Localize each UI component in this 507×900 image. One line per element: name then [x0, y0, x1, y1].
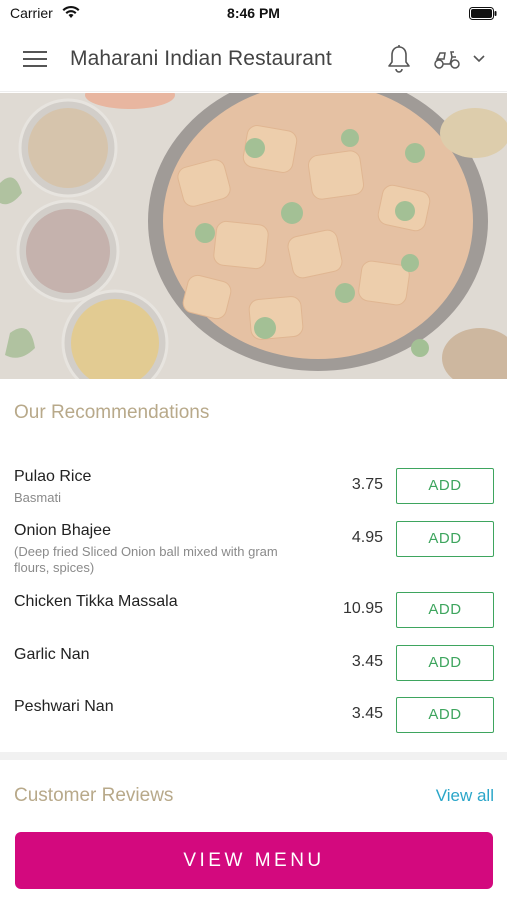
chevron-down-icon[interactable]	[472, 54, 486, 64]
item-price: 3.45	[351, 705, 383, 722]
item-description: (Deep fried Sliced Onion ball mixed with…	[14, 544, 278, 575]
item-name: Chicken Tikka Massala	[14, 593, 178, 610]
item-price: 3.75	[351, 476, 383, 493]
view-menu-button[interactable]: VIEW MENU	[15, 832, 493, 889]
item-name: Garlic Nan	[14, 646, 90, 663]
app-header: Maharani Indian Restaurant	[0, 28, 507, 92]
add-button[interactable]: ADD	[396, 697, 494, 733]
hero-image	[0, 93, 507, 379]
curry-dish-image	[0, 93, 507, 379]
item-price: 3.45	[351, 653, 383, 670]
add-button[interactable]: ADD	[396, 468, 494, 504]
item-name: Onion Bhajee	[14, 522, 111, 539]
reviews-title: Customer Reviews	[14, 785, 174, 806]
menu-icon[interactable]	[22, 48, 48, 70]
battery-icon	[469, 7, 497, 20]
status-bar: Carrier 8:46 PM	[0, 0, 507, 28]
item-name: Peshwari Nan	[14, 698, 114, 715]
delivery-scooter-icon[interactable]	[432, 48, 462, 70]
status-time: 8:46 PM	[227, 5, 280, 21]
recommendations-title: Our Recommendations	[14, 402, 210, 423]
add-button[interactable]: ADD	[396, 592, 494, 628]
item-price: 10.95	[342, 600, 383, 617]
bell-icon[interactable]	[386, 44, 412, 74]
item-name: Pulao Rice	[14, 468, 92, 485]
add-button[interactable]: ADD	[396, 645, 494, 681]
view-all-link[interactable]: View all	[436, 786, 494, 806]
item-description: Basmati	[14, 490, 61, 505]
restaurant-title: Maharani Indian Restaurant	[70, 47, 332, 70]
section-divider	[0, 752, 507, 760]
item-price: 4.95	[351, 529, 383, 546]
add-button[interactable]: ADD	[396, 521, 494, 557]
